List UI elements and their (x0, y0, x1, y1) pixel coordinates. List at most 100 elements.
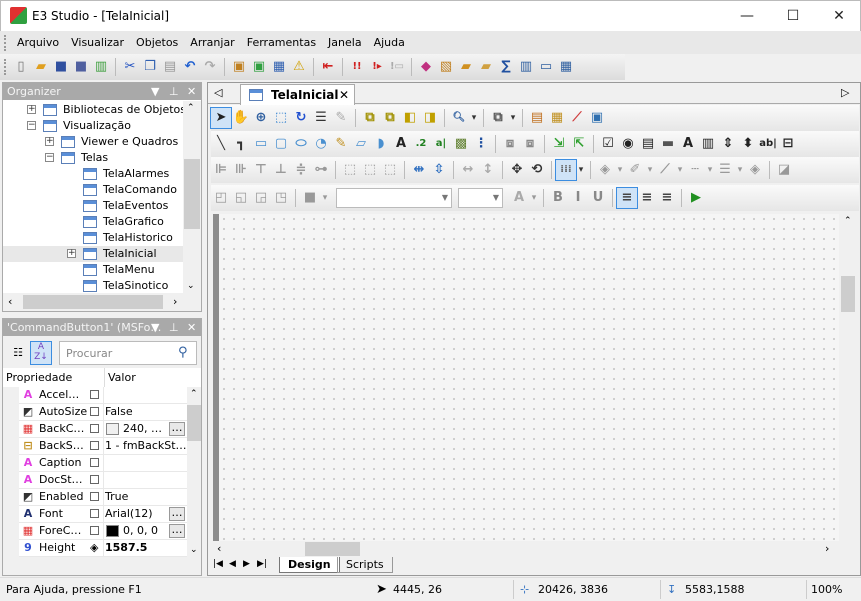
open-icon[interactable]: ▰ (31, 57, 51, 77)
list-icon[interactable]: ☰ (311, 108, 331, 128)
expand-icon[interactable]: + (27, 105, 36, 114)
query-icon[interactable]: ▣ (587, 108, 607, 128)
scroll-icon[interactable]: ⬍ (738, 134, 758, 154)
pin-icon[interactable]: ⊥ (169, 319, 179, 336)
next-sheet-icon[interactable]: ▶ (243, 559, 250, 569)
toolbar-grip[interactable] (4, 34, 7, 51)
book-icon[interactable]: ▥ (516, 57, 536, 77)
collapse-icon[interactable]: − (27, 121, 36, 130)
property-link-icon[interactable] (90, 390, 99, 399)
property-link-icon[interactable] (90, 424, 99, 433)
expand-icon[interactable]: + (45, 137, 54, 146)
categorized-view-button[interactable]: ☷ (8, 341, 28, 365)
radio-icon[interactable]: ◉ (618, 134, 638, 154)
first-sheet-icon[interactable]: |◀ (213, 559, 223, 569)
property-row[interactable]: ▦ ForeC… 0, 0, 0… (19, 523, 187, 540)
line-icon[interactable]: ╲ (211, 134, 231, 154)
fill-style-icon[interactable]: ◈ (745, 160, 765, 180)
tree-item[interactable]: TelaAlarmes (3, 166, 183, 182)
zoom-fit-icon[interactable]: ⬚ (271, 108, 291, 128)
property-link-icon[interactable] (90, 407, 99, 416)
line-width-icon[interactable]: ☰ (715, 160, 735, 180)
group-icon[interactable]: ⧉ (488, 108, 508, 128)
property-value[interactable]: 0, 0, 0 (123, 523, 158, 539)
design-canvas[interactable] (213, 214, 839, 541)
dropdown-icon[interactable]: ▾ (576, 160, 586, 180)
tree-item[interactable]: − Visualização (3, 118, 183, 134)
run-icon[interactable]: !▸ (367, 57, 387, 77)
rounded-rect-icon[interactable]: ▢ (271, 134, 291, 154)
tree-item[interactable]: − Telas (3, 150, 183, 166)
tree-item[interactable]: + TelaInicial (3, 246, 183, 262)
tree-vertical-scrollbar[interactable]: ⌃ ⌄ (183, 101, 201, 293)
select-icon[interactable]: ➤ (210, 107, 232, 129)
dropdown-icon[interactable]: ▾ (469, 108, 479, 128)
line-style-icon[interactable]: ┄ (685, 160, 705, 180)
align-center-icon[interactable]: ≑ (291, 160, 311, 180)
dropdown-icon[interactable]: ▾ (615, 160, 625, 180)
tree-item[interactable]: TelaEventos (3, 198, 183, 214)
underline-icon[interactable]: U (588, 188, 608, 208)
center-vertical-icon[interactable]: ⇳ (429, 160, 449, 180)
cut-icon[interactable]: ✂ (120, 57, 140, 77)
flip-v-icon[interactable]: ◳ (271, 188, 291, 208)
property-value[interactable]: Arial(12) (105, 506, 152, 522)
packages-icon[interactable]: ▧ (436, 57, 456, 77)
property-link-icon[interactable] (90, 441, 99, 450)
bring-front-icon[interactable]: ⧉ (360, 108, 380, 128)
ellipsis-button[interactable]: … (169, 524, 185, 538)
align-middle-icon[interactable]: ⊶ (311, 160, 331, 180)
sum-icon[interactable]: ∑ (496, 57, 516, 77)
pan-icon[interactable]: ✋ (231, 108, 251, 128)
property-vertical-scrollbar[interactable]: ⌃ ⌄ (187, 387, 201, 557)
search-icon[interactable]: ⚲ (178, 345, 188, 360)
transparency-icon[interactable]: ◪ (774, 160, 794, 180)
panel-close-icon[interactable]: ✕ (187, 319, 196, 336)
property-value[interactable]: 1587.5 (105, 540, 147, 556)
property-row[interactable]: A Accel… (19, 387, 187, 404)
magnifier-icon[interactable]: 🔍︎ (449, 108, 469, 128)
folder-icon[interactable]: ▰ (476, 57, 496, 77)
move-icon[interactable]: ✥ (507, 160, 527, 180)
property-value[interactable]: 1 - fmBackSt… (105, 438, 187, 454)
property-row[interactable]: A Caption (19, 455, 187, 472)
menu-ferramentas[interactable]: Ferramentas (241, 31, 322, 54)
last-sheet-icon[interactable]: ▶| (257, 559, 267, 569)
order-down-icon[interactable]: ◱ (231, 188, 251, 208)
font-name-select[interactable]: ▼ (336, 188, 452, 208)
text-align-center-icon[interactable]: ≡ (637, 188, 657, 208)
group-objects-icon[interactable]: ⧈ (520, 134, 540, 154)
folder-tools-icon[interactable]: ▰ (456, 57, 476, 77)
same-size-icon[interactable]: ⬚ (380, 160, 400, 180)
new-screen-icon[interactable]: ▣ (229, 57, 249, 77)
properties-icon[interactable]: ▦ (269, 57, 289, 77)
ellipsis-button[interactable]: … (169, 422, 185, 436)
menu-ajuda[interactable]: Ajuda (368, 31, 411, 54)
verify-icon[interactable]: ⚠ (289, 57, 309, 77)
connector2-icon[interactable]: ⇱ (569, 134, 589, 154)
tree-item[interactable]: TelaSinotico (3, 278, 183, 293)
dropdown-icon[interactable]: ▾ (529, 188, 539, 208)
new-icon[interactable]: ▯ (11, 57, 31, 77)
tree-item[interactable]: + Bibliotecas de Objetos (3, 102, 183, 118)
polyline-icon[interactable]: ┓ (231, 134, 251, 154)
tree-item[interactable]: TelaMenu (3, 262, 183, 278)
property-value[interactable]: True (105, 489, 128, 505)
combobox-icon[interactable]: ▥ (698, 134, 718, 154)
tree-item[interactable]: + Viewer e Quadros (3, 134, 183, 150)
bring-forward-icon[interactable]: ◧ (400, 108, 420, 128)
property-row[interactable]: A Font Arial(12)… (19, 506, 187, 523)
menu-arquivo[interactable]: Arquivo (11, 31, 65, 54)
font-color-icon[interactable]: A (509, 188, 529, 208)
spin-icon[interactable]: ⇕ (718, 134, 738, 154)
property-row[interactable]: ◩ AutoSize False (19, 404, 187, 421)
tab-telainicial[interactable]: TelaInicial ✕ (240, 84, 355, 105)
rectangle-icon[interactable]: ▭ (251, 134, 271, 154)
redo-icon[interactable]: ↷ (200, 57, 220, 77)
ellipse-icon[interactable]: ⬭ (291, 134, 311, 154)
display-icon[interactable]: .2 (411, 134, 431, 154)
dropdown-icon[interactable]: ▾ (735, 160, 745, 180)
setpoint-icon[interactable]: a| (431, 134, 451, 154)
arc-icon[interactable]: ◔ (311, 134, 331, 154)
align-left-icon[interactable]: ⊫ (211, 160, 231, 180)
